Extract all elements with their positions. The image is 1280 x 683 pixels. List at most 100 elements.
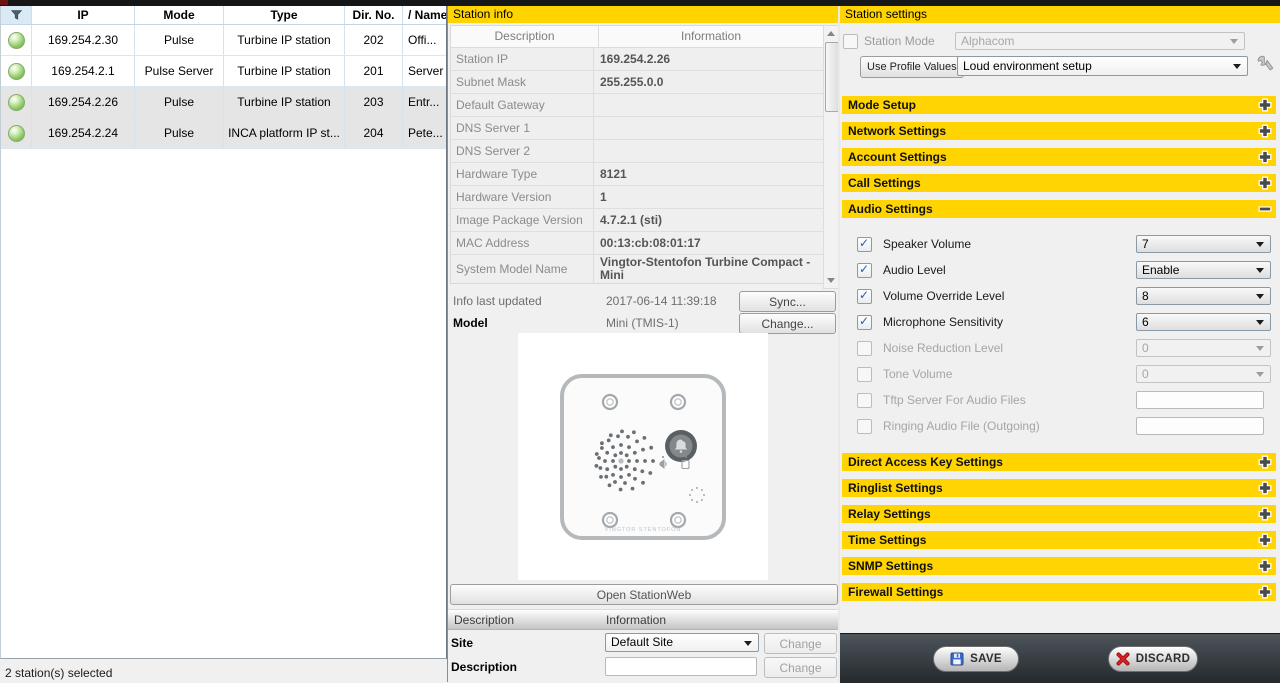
audio-setting-row: Noise Reduction Level 0 [840,339,1280,357]
scrollbar-thumb[interactable] [825,42,839,112]
expand-icon[interactable] [1258,559,1272,573]
station-mode: Pulse Server [135,56,224,86]
section-time-settings[interactable]: Time Settings [842,531,1276,549]
model-label: Model [453,313,488,333]
microphone-sensitivity-select[interactable]: 6 [1136,313,1271,331]
microphone-sensitivity-checkbox[interactable] [857,315,872,330]
ringing-audio-file-input[interactable] [1136,417,1264,435]
station-info-panel: Station info Description Information Sta… [447,6,838,682]
model-value: Mini (TMIS-1) [606,313,679,333]
expand-icon[interactable] [1258,124,1272,138]
info-row: Station IP169.254.2.26 [451,48,823,71]
column-header-name[interactable]: / Name [403,6,446,24]
filter-header-cell[interactable] [1,6,32,24]
site-select[interactable]: Default Site [605,633,759,652]
station-row[interactable]: 169.254.2.1 Pulse Server Turbine IP stat… [1,56,446,87]
station-row[interactable]: 169.254.2.30 Pulse Turbine IP station 20… [1,25,446,56]
section-audio-settings[interactable]: Audio Settings [842,200,1276,218]
use-profile-values-button[interactable]: Use Profile Values [860,56,964,78]
expand-icon[interactable] [1258,98,1272,112]
expand-icon[interactable] [1258,455,1272,469]
wrench-icon[interactable] [1255,54,1277,76]
station-name: Pete... [403,118,446,148]
scroll-up-icon[interactable] [824,26,838,41]
section-account-settings[interactable]: Account Settings [842,148,1276,166]
noise-reduction-checkbox[interactable] [857,341,872,356]
ringing-audio-file-checkbox[interactable] [857,419,872,434]
scroll-down-icon[interactable] [824,273,838,288]
station-mode-select[interactable]: Alphacom [955,32,1245,50]
info-row: MAC Address00:13:cb:08:01:17 [451,232,823,255]
audio-level-select[interactable]: Enable [1136,261,1271,279]
section-snmp-settings[interactable]: SNMP Settings [842,557,1276,575]
app-window: IP Mode Type Dir. No. / Name 169.254.2.3… [0,0,1280,682]
info-table-scrollbar[interactable] [823,25,839,289]
station-dirno: 203 [345,87,403,117]
collapse-icon[interactable] [1258,202,1272,216]
bottom-table-header: Description Information [448,609,839,630]
site-change-button[interactable]: Change [764,633,837,654]
info-row: Subnet Mask255.255.0.0 [451,71,823,94]
station-mode: Pulse [135,87,224,117]
expand-icon[interactable] [1258,481,1272,495]
info-col-description: Description [451,26,599,47]
chevron-down-icon [1256,242,1264,247]
info-row: Hardware Type8121 [451,163,823,186]
station-row-selected[interactable]: 169.254.2.26 Pulse Turbine IP station 20… [1,87,446,118]
expand-icon[interactable] [1258,150,1272,164]
filter-icon [11,10,22,20]
profile-select[interactable]: Loud environment setup [957,56,1248,76]
description-input[interactable] [605,657,757,676]
column-header-ip[interactable]: IP [32,6,135,24]
discard-button[interactable]: DISCARD [1108,646,1198,672]
volume-override-checkbox[interactable] [857,289,872,304]
column-header-type[interactable]: Type [224,6,345,24]
section-direct-access-key-settings[interactable]: Direct Access Key Settings [842,453,1276,471]
open-stationweb-button[interactable]: Open StationWeb [450,584,838,605]
discard-icon [1116,652,1130,666]
station-dirno: 204 [345,118,403,148]
change-model-button[interactable]: Change... [739,313,836,334]
info-row: Image Package Version4.7.2.1 (sti) [451,209,823,232]
section-relay-settings[interactable]: Relay Settings [842,505,1276,523]
device-brand-text: VINGTOR STENTOFON [605,527,682,533]
section-network-settings[interactable]: Network Settings [842,122,1276,140]
station-ip: 169.254.2.26 [32,87,135,117]
site-row: Site Default Site Change [450,633,836,653]
tftp-server-checkbox[interactable] [857,393,872,408]
station-type: Turbine IP station [224,56,345,86]
tftp-server-input[interactable] [1136,391,1264,409]
action-bar: SAVE DISCARD [840,633,1280,683]
audio-level-checkbox[interactable] [857,263,872,278]
station-row-selected[interactable]: 169.254.2.24 Pulse INCA platform IP st..… [1,118,446,149]
site-label: Site [451,633,473,653]
section-mode-setup[interactable]: Mode Setup [842,96,1276,114]
column-header-mode[interactable]: Mode [135,6,224,24]
tone-volume-checkbox[interactable] [857,367,872,382]
section-ringlist-settings[interactable]: Ringlist Settings [842,479,1276,497]
noise-reduction-select[interactable]: 0 [1136,339,1271,357]
speaker-volume-select[interactable]: 7 [1136,235,1271,253]
window-corner-artifact [0,0,8,5]
save-icon [950,652,964,666]
section-call-settings[interactable]: Call Settings [842,174,1276,192]
description-change-button[interactable]: Change [764,657,837,678]
station-mode-checkbox[interactable] [843,34,858,49]
audio-setting-row: Tftp Server For Audio Files [840,391,1280,409]
sync-button[interactable]: Sync... [739,291,836,312]
expand-icon[interactable] [1258,533,1272,547]
station-list-panel: IP Mode Type Dir. No. / Name 169.254.2.3… [0,6,447,682]
station-mode-label: Station Mode [864,32,935,50]
speaker-volume-checkbox[interactable] [857,237,872,252]
station-ip: 169.254.2.30 [32,25,135,55]
save-button[interactable]: SAVE [933,646,1019,672]
info-row: DNS Server 2 [451,140,823,163]
section-firewall-settings[interactable]: Firewall Settings [842,583,1276,601]
column-header-dirno[interactable]: Dir. No. [345,6,403,24]
tone-volume-select[interactable]: 0 [1136,365,1271,383]
volume-override-select[interactable]: 8 [1136,287,1271,305]
expand-icon[interactable] [1258,585,1272,599]
expand-icon[interactable] [1258,507,1272,521]
expand-icon[interactable] [1258,176,1272,190]
audio-setting-row: Audio Level Enable [840,261,1280,279]
